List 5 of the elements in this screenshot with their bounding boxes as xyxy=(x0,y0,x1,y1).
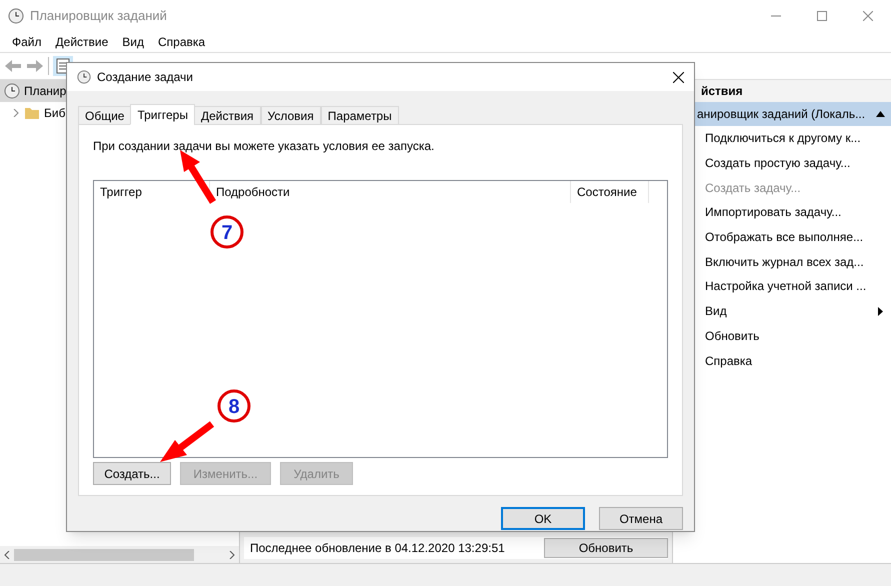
panel-group-title: анировщик заданий (Локаль... xyxy=(697,106,866,123)
last-update-text: Последнее обновление в 04.12.2020 13:29:51 xyxy=(250,540,505,557)
description-text: При создании задачи вы можете указать условия ее запуска. xyxy=(93,138,436,155)
window-title: Планировщик заданий xyxy=(30,7,167,26)
dialog-title: Создание задачи xyxy=(97,69,193,86)
